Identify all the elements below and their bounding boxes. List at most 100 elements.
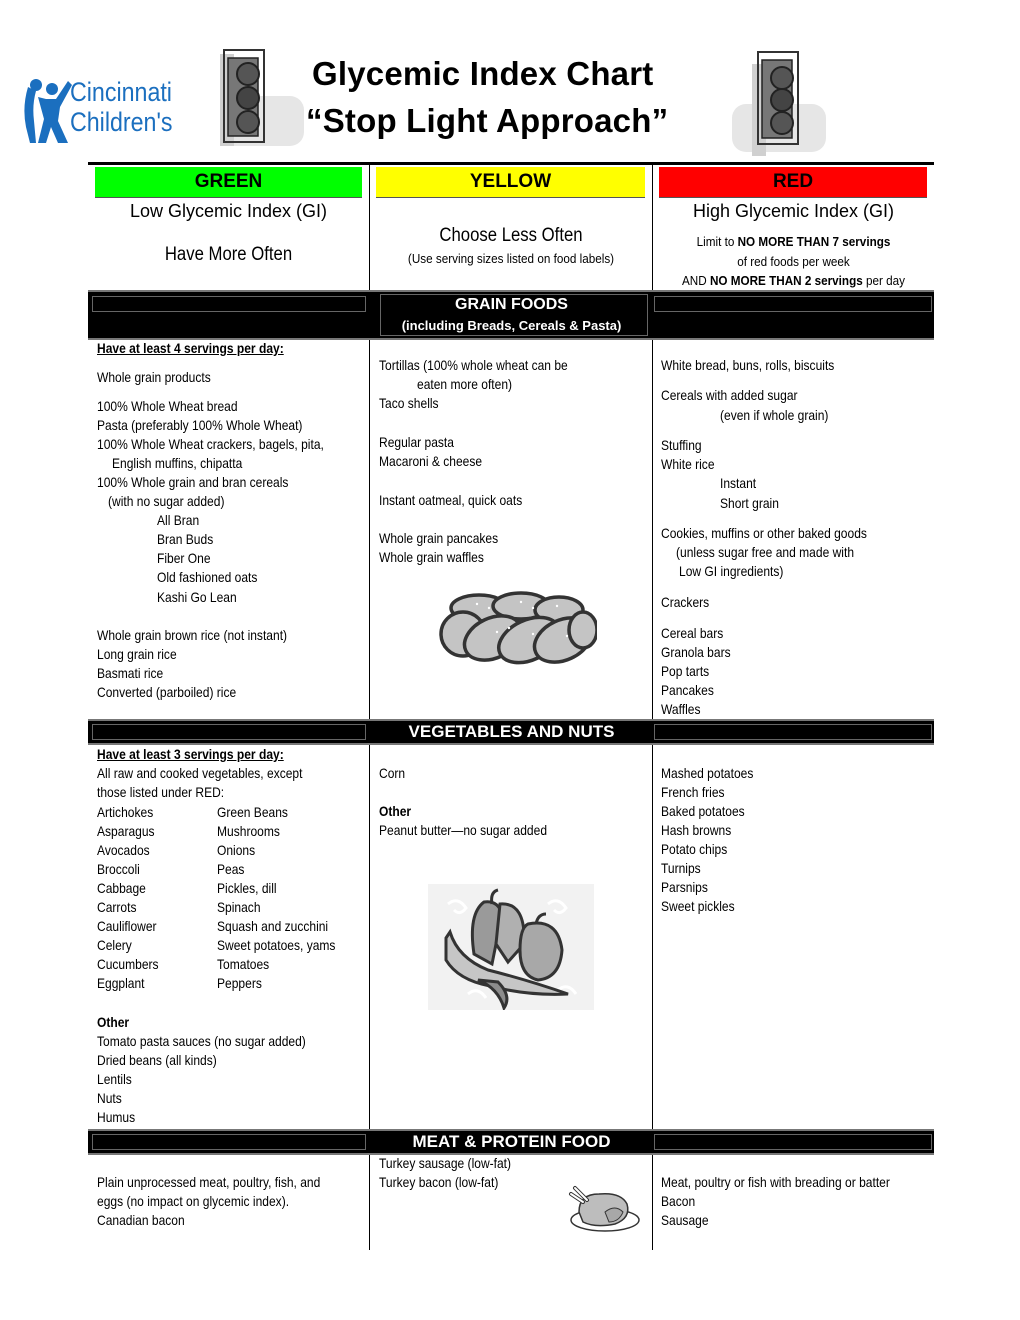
red-subtitle: High Glycemic Index (GI) (692, 201, 895, 221)
traffic-light-icon (220, 49, 304, 146)
list-item: eggs (no impact on glycemic index). (97, 1193, 290, 1209)
list-item: Eggplant (97, 975, 145, 991)
list-item: Long grain rice (97, 646, 177, 662)
list-item: Peanut butter—no sugar added (379, 822, 548, 838)
list-item: French fries (661, 784, 725, 800)
meat-section-header: MEAT & PROTEIN FOOD (88, 1129, 934, 1155)
list-item: Granola bars (661, 644, 731, 660)
vegetables-yellow-other-heading: Other (379, 803, 412, 819)
list-item: Pickles, dill (217, 880, 277, 896)
yellow-label: YELLOW (469, 171, 552, 192)
list-item: Instant oatmeal, quick oats (379, 492, 523, 508)
page-title: Glycemic Index Chart (312, 55, 654, 92)
list-item: Humus (97, 1109, 136, 1125)
list-item: Nuts (97, 1090, 122, 1106)
list-item: Corn (379, 765, 406, 781)
list-item: Tortillas (100% whole wheat can be (379, 357, 568, 373)
list-item: Cookies, muffins or other baked goods (661, 525, 867, 541)
list-item: Whole grain products (97, 369, 211, 385)
yellow-advice: Choose Less Often (439, 225, 583, 246)
vegetables-green-other-heading: Other (97, 1014, 130, 1030)
peppers-icon (428, 884, 594, 1010)
list-item: 100% Whole grain and bran cereals (97, 474, 289, 490)
list-item: Broccoli (97, 861, 140, 877)
list-item: Pancakes (661, 682, 714, 698)
grain-section-subtitle: (including Breads, Cereals & Pasta) (401, 318, 622, 333)
list-item: Peppers (217, 975, 262, 991)
list-item: Low GI ingredients) (679, 563, 784, 579)
red-label: RED (772, 171, 814, 192)
list-item: Lentils (97, 1071, 132, 1087)
list-item: Spinach (217, 899, 261, 915)
list-item: Turkey sausage (low-fat) (379, 1155, 512, 1171)
vegetables-section-title: VEGETABLES AND NUTS (408, 722, 615, 741)
list-item: Waffles (661, 701, 701, 717)
list-item: Plain unprocessed meat, poultry, fish, a… (97, 1174, 321, 1190)
grain-green-heading: Have at least 4 servings per day: (97, 340, 284, 356)
list-item: English muffins, chipatta (112, 455, 243, 471)
list-item: Green Beans (217, 804, 288, 820)
list-item: Celery (97, 937, 132, 953)
list-item: Whole grain waffles (379, 549, 484, 565)
list-item: Sweet pickles (661, 898, 735, 914)
list-item: Whole grain pancakes (379, 530, 499, 546)
list-item: All raw and cooked vegetables, except (97, 765, 303, 781)
list-item: Meat, poultry or fish with breading or b… (661, 1174, 890, 1190)
list-item: Hash browns (661, 822, 732, 838)
red-column-header: RED (659, 167, 927, 198)
list-item: All Bran (157, 512, 200, 528)
header-rule (88, 162, 934, 165)
list-item: Peas (217, 861, 245, 877)
list-item: Potato chips (661, 841, 728, 857)
list-item: Basmati rice (97, 665, 164, 681)
list-item: 100% Whole Wheat bread (97, 398, 238, 414)
list-item: Asparagus (97, 823, 155, 839)
logo-line2: Children's (70, 107, 173, 137)
list-item: Taco shells (379, 395, 439, 411)
green-advice: Have More Often (164, 244, 293, 265)
list-item: Artichokes (97, 804, 154, 820)
list-item: Cucumbers (97, 956, 159, 972)
list-item: 100% Whole Wheat crackers, bagels, pita, (97, 436, 324, 452)
list-item: Parsnips (661, 879, 708, 895)
list-item: Converted (parboiled) rice (97, 684, 237, 700)
list-item: Turnips (661, 860, 701, 876)
list-item: Instant (720, 475, 757, 491)
green-subtitle: Low Glycemic Index (GI) (129, 201, 328, 221)
green-column-header: GREEN (95, 167, 362, 198)
yellow-note: (Use serving sizes listed on food labels… (407, 251, 615, 266)
list-item: (unless sugar free and made with (676, 544, 855, 560)
list-item: Kashi Go Lean (157, 589, 237, 605)
list-item: Whole grain brown rice (not instant) (97, 627, 288, 643)
list-item: Avocados (97, 842, 150, 858)
roast-turkey-icon (569, 1186, 640, 1232)
list-item: Cabbage (97, 880, 146, 896)
page-subtitle: “Stop Light Approach” (306, 102, 669, 139)
meat-section-title: MEAT & PROTEIN FOOD (412, 1132, 611, 1151)
vegetables-green-heading: Have at least 3 servings per day: (97, 746, 284, 762)
list-item: Turkey bacon (low-fat) (379, 1174, 499, 1190)
red-limit-line1: Limit to NO MORE THAN 7 servings (696, 234, 891, 249)
list-item: Bacon (661, 1193, 696, 1209)
list-item: Tomatoes (217, 956, 270, 972)
list-item: Old fashioned oats (157, 569, 258, 585)
list-item: Cereals with added sugar (661, 387, 798, 403)
list-item: Sausage (661, 1212, 709, 1228)
list-item: White bread, buns, rolls, biscuits (661, 357, 835, 373)
list-item: eaten more often) (417, 376, 513, 392)
list-item: (even if whole grain) (720, 407, 829, 423)
red-limit-line2: of red foods per week (737, 254, 850, 269)
list-item: Pop tarts (661, 663, 710, 679)
list-item: Sweet potatoes, yams (217, 937, 336, 953)
list-item: Carrots (97, 899, 137, 915)
vegetables-section-header: VEGETABLES AND NUTS (88, 719, 934, 745)
list-item: White rice (661, 456, 715, 472)
braided-bread-icon (439, 591, 597, 665)
list-item: Canadian bacon (97, 1212, 185, 1228)
logo: Cincinnati Children's (20, 72, 210, 147)
list-item: Pasta (preferably 100% Whole Wheat) (97, 417, 303, 433)
list-item: Cereal bars (661, 625, 724, 641)
list-item: Macaroni & cheese (379, 453, 483, 469)
list-item: Baked potatoes (661, 803, 745, 819)
list-item: Onions (217, 842, 256, 858)
